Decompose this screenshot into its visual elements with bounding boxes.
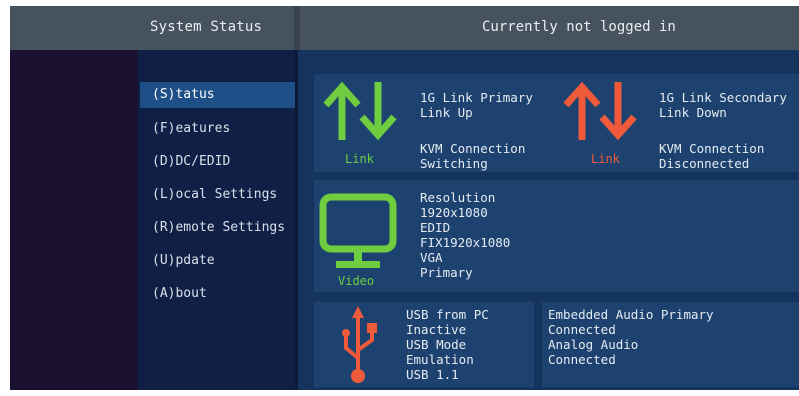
link-primary-title: 1G Link Primary (420, 90, 533, 105)
analog-audio-state: Connected (548, 352, 616, 367)
usb-mode-value: Emulation (406, 352, 474, 367)
main-menu: (S)tatus (F)eatures (D)DC/EDID (L)ocal S… (138, 50, 295, 390)
menu-item-remote-settings[interactable]: (R)emote Settings (140, 215, 295, 241)
audio-status-panel: Embedded Audio Primary Connected Analog … (542, 302, 799, 387)
embedded-audio-state: Connected (548, 322, 616, 337)
usb-mode-label: USB Mode (406, 337, 467, 352)
menu-item-about[interactable]: (A)bout (140, 281, 295, 307)
left-margin (10, 50, 138, 390)
menu-item-local-settings[interactable]: (L)ocal Settings (140, 182, 295, 208)
link-primary-state: Link Up (420, 105, 473, 120)
login-status: Currently not logged in (482, 19, 676, 35)
menu-item-ddc-edid[interactable]: (D)DC/EDID (140, 149, 295, 175)
usb-icon (342, 306, 377, 383)
link-down-icon (563, 81, 637, 141)
top-bar: System Status Currently not logged in (10, 6, 799, 50)
link-up-icon (323, 81, 397, 141)
usb-version: USB 1.1 (406, 367, 459, 382)
monitor-icon (319, 193, 397, 268)
analog-audio-label: Analog Audio (548, 337, 639, 352)
video-edid-value: FIX1920x1080 (420, 235, 511, 250)
kvm-primary-state: Switching (420, 156, 488, 171)
video-resolution-label: Resolution (420, 190, 496, 205)
usb-status-panel: USB from PC Inactive USB Mode Emulation … (314, 302, 534, 387)
usb-source-label: USB from PC (406, 307, 489, 322)
usb-source-state: Inactive (406, 322, 467, 337)
link-secondary-title: 1G Link Secondary (659, 90, 787, 105)
video-status-panel: Video Resolution 1920x1080 EDID FIX1920x… (314, 180, 799, 292)
page-title: System Status (150, 19, 263, 35)
video-icon-label: Video (338, 274, 375, 288)
video-source-value: Primary (420, 265, 473, 280)
kvm-secondary-state: Disconnected (659, 156, 750, 171)
status-content: Link 1G Link Primary Link Up KVM Connect… (298, 50, 799, 390)
header-divider (294, 6, 300, 50)
menu-item-features[interactable]: (F)eatures (140, 116, 295, 142)
link-status-panel: Link 1G Link Primary Link Up KVM Connect… (314, 74, 799, 172)
menu-item-update[interactable]: (U)pdate (140, 248, 295, 274)
kvm-osd-screen: System Status Currently not logged in (S… (10, 6, 799, 390)
menu-item-status[interactable]: (S)tatus (140, 82, 295, 108)
video-source-label: VGA (420, 250, 443, 265)
link-secondary-icon-label: Link (591, 152, 620, 166)
link-secondary-state: Link Down (659, 105, 727, 120)
kvm-primary-title: KVM Connection (420, 141, 526, 156)
kvm-secondary-title: KVM Connection (659, 141, 765, 156)
video-edid-label: EDID (420, 220, 451, 235)
video-resolution-value: 1920x1080 (420, 205, 488, 220)
embedded-audio-label: Embedded Audio Primary (548, 307, 714, 322)
link-primary-icon-label: Link (345, 152, 374, 166)
